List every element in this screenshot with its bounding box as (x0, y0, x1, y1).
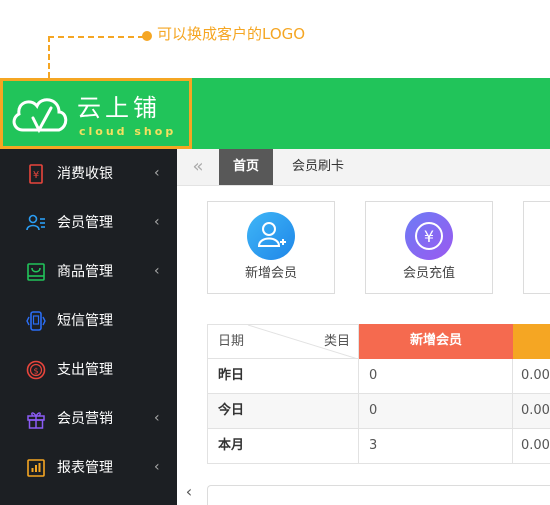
annotation-text: 可以换成客户的LOGO (157, 25, 306, 43)
sidebar-item-expenses[interactable]: $ 支出管理 (0, 345, 177, 394)
card-label: 新增会员 (244, 266, 297, 281)
svg-text:$: $ (33, 367, 38, 376)
header-next-column (513, 324, 550, 359)
tab-home[interactable]: 首页 (219, 149, 273, 185)
logo[interactable]: 云上铺 cloud shop (0, 78, 192, 149)
row-next-value: 0.00 (513, 394, 550, 429)
tab-scroll-left-button[interactable]: « (177, 149, 219, 185)
svg-text:¥: ¥ (33, 170, 39, 181)
sidebar-item-members[interactable]: 会员管理 ‹ (0, 198, 177, 247)
dollar-coin-icon: $ (26, 360, 46, 380)
new-member-card[interactable]: 新增会员 (207, 201, 335, 294)
logo-annotation: 可以换成客户的LOGO (0, 0, 550, 78)
row-next-value: 0.00 (513, 429, 550, 464)
sidebar-item-label: 消费收银 (57, 166, 113, 182)
row-new-member: 0 (359, 394, 513, 429)
chevron-left-icon: ‹ (154, 263, 160, 279)
sidebar-item-label: 短信管理 (57, 313, 113, 329)
sidebar-item-products[interactable]: 商品管理 ‹ (0, 247, 177, 296)
chevron-left-icon: ‹ (154, 459, 160, 475)
tab-bar: « 首页 会员刷卡 (177, 149, 550, 186)
row-label: 今日 (207, 394, 359, 429)
cloud-logo-icon (12, 98, 68, 134)
row-new-member: 3 (359, 429, 513, 464)
sidebar-item-label: 报表管理 (57, 460, 113, 476)
sidebar-item-label: 会员营销 (57, 411, 113, 427)
sidebar-item-sms[interactable]: 短信管理 (0, 296, 177, 345)
annotation-line-horizontal (48, 36, 144, 38)
shortcut-card-partial[interactable] (523, 201, 550, 294)
sidebar-item-marketing[interactable]: 会员营销 ‹ (0, 394, 177, 443)
chevron-left-icon: ‹ (154, 410, 160, 426)
row-label: 本月 (207, 429, 359, 464)
sidebar-item-reports[interactable]: 报表管理 ‹ (0, 443, 177, 492)
chevron-left-icon: ‹ (154, 165, 160, 181)
member-list-icon (26, 214, 45, 231)
logo-name: 云上铺 (77, 94, 161, 122)
shopping-bag-icon (27, 263, 45, 281)
sidebar-item-label: 会员管理 (57, 215, 113, 231)
receipt-icon: ¥ (29, 164, 43, 184)
yuan-coin-icon: ¥ (405, 212, 453, 260)
header-date: 日期 (218, 334, 245, 349)
annotation-dot (142, 31, 152, 41)
row-next-value: 0.00 (513, 359, 550, 394)
collapse-sidebar-button[interactable]: ‹ (177, 482, 201, 505)
row-new-member: 0 (359, 359, 513, 394)
content-panel-partial (207, 485, 550, 505)
chevron-left-icon: ‹ (154, 214, 160, 230)
annotation-line-vertical (48, 36, 50, 78)
sidebar: ¥ 消费收银 ‹ 会员管理 ‹ 商品管理 ‹ 短信管理 $ 支出管理 会员营销 … (0, 149, 177, 505)
sidebar-item-checkout[interactable]: ¥ 消费收银 ‹ (0, 149, 177, 198)
header-category: 类目 (323, 334, 350, 349)
card-label: 会员充值 (402, 266, 455, 281)
header-new-member: 新增会员 (359, 324, 513, 359)
tab-member-card[interactable]: 会员刷卡 (273, 149, 363, 185)
row-label: 昨日 (207, 359, 359, 394)
sidebar-item-label: 商品管理 (57, 264, 113, 280)
sidebar-item-label: 支出管理 (57, 362, 113, 378)
bar-chart-icon (27, 459, 45, 477)
member-recharge-card[interactable]: ¥ 会员充值 (365, 201, 493, 294)
table-corner-header: 日期 类目 (207, 324, 359, 359)
add-user-icon (247, 212, 295, 260)
svg-text:¥: ¥ (424, 227, 434, 246)
logo-tagline: cloud shop (79, 125, 177, 138)
gift-icon (27, 412, 45, 429)
phone-icon (26, 311, 46, 331)
